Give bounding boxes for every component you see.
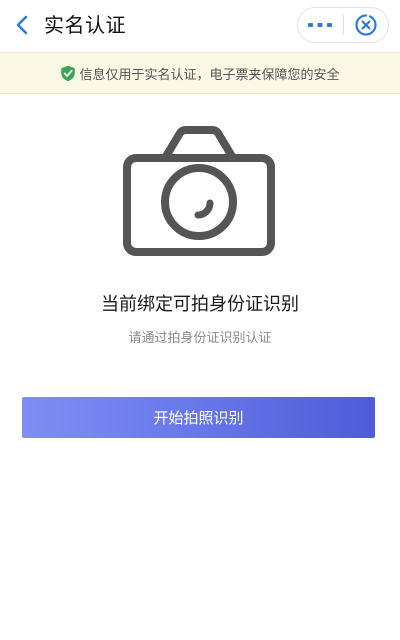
back-button[interactable]	[8, 11, 36, 39]
page-title: 实名认证	[44, 13, 126, 37]
notice-text: 信息仅用于实名认证，电子票夹保障您的安全	[79, 67, 340, 83]
close-circle-icon	[355, 14, 377, 36]
top-navigation-bar: 实名认证	[0, 0, 400, 52]
start-photo-recognition-button[interactable]: 开始拍照识别	[22, 397, 375, 438]
shield-check-icon	[61, 65, 76, 81]
camera-icon	[123, 126, 275, 256]
more-dots-icon	[308, 23, 333, 27]
chevron-left-icon	[16, 15, 28, 35]
page-subline: 请通过拍身份证识别认证	[128, 331, 272, 346]
more-button[interactable]	[298, 8, 343, 42]
security-notice-banner: 信息仅用于实名认证，电子票夹保障您的安全	[0, 52, 400, 94]
page-headline: 当前绑定可拍身份证识别	[101, 294, 299, 315]
close-button[interactable]	[343, 8, 388, 42]
mini-program-capsule	[297, 7, 389, 43]
